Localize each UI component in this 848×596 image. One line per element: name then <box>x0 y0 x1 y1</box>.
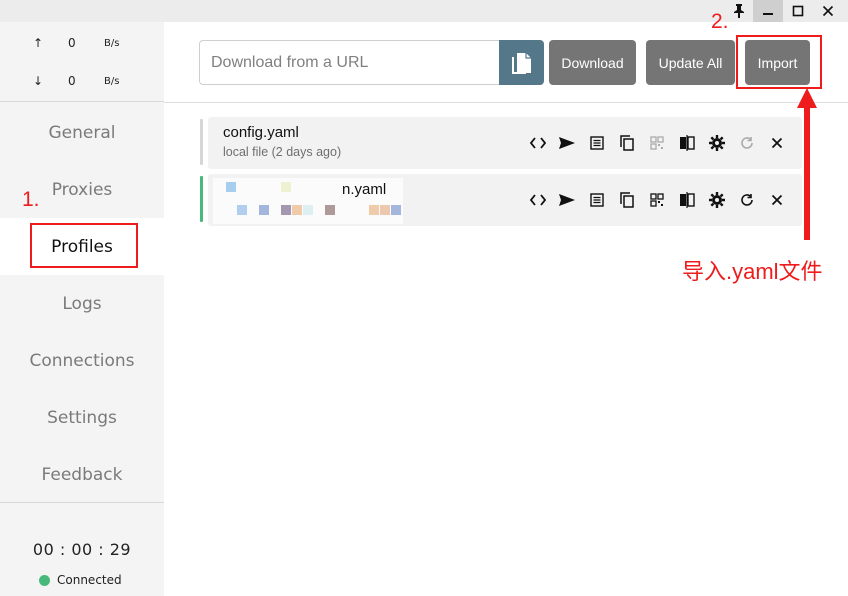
sidebar-item-connections[interactable]: Connections <box>0 332 164 389</box>
status-label: Connected <box>57 573 122 587</box>
pixel-block <box>325 205 335 215</box>
upload-unit: B/s <box>104 38 120 49</box>
send-icon[interactable] <box>557 190 577 210</box>
copy-icon[interactable] <box>617 190 637 210</box>
toolbar-divider <box>164 102 848 103</box>
pixel-block <box>281 205 291 215</box>
annotation-arrow-icon <box>797 88 817 240</box>
sidebar-item-feedback[interactable]: Feedback <box>0 446 164 503</box>
traffic-panel: ↑ 0 B/s ↓ 0 B/s <box>0 22 164 102</box>
profile-name: n.yaml <box>342 181 387 198</box>
update-all-button[interactable]: Update All <box>646 40 735 85</box>
sidebar-divider <box>0 101 164 102</box>
status-dot-icon <box>39 574 50 586</box>
pixel-block <box>281 182 291 192</box>
list-icon[interactable] <box>587 133 607 153</box>
download-arrow-icon: ↓ <box>33 74 44 88</box>
pixel-block <box>369 205 379 215</box>
upload-speed: ↑ 0 B/s <box>0 36 164 56</box>
upload-arrow-icon: ↑ <box>33 36 44 50</box>
pixel-block <box>237 205 247 215</box>
profile-card[interactable]: n.yaml <box>200 174 802 226</box>
uptime-timer: 00 : 00 : 29 <box>32 540 132 559</box>
url-input[interactable] <box>199 40 500 85</box>
sidebar-item-settings[interactable]: Settings <box>0 389 164 446</box>
paste-button[interactable] <box>499 40 544 85</box>
list-icon[interactable] <box>587 190 607 210</box>
sidebar-item-general[interactable]: General <box>0 104 164 161</box>
download-unit: B/s <box>104 76 120 87</box>
compare-icon[interactable] <box>677 190 697 210</box>
pixel-block <box>226 182 236 192</box>
pixel-block <box>380 205 390 215</box>
gear-icon[interactable] <box>707 133 727 153</box>
connection-status: Connected <box>39 573 122 587</box>
annotation-note: 导入.yaml文件 <box>682 259 823 284</box>
send-icon[interactable] <box>557 133 577 153</box>
sidebar-item-logs[interactable]: Logs <box>0 275 164 332</box>
pixel-block <box>259 205 269 215</box>
profile-name: config.yaml <box>223 124 299 141</box>
sidebar: ↑ 0 B/s ↓ 0 B/s General Proxies Profiles… <box>0 22 164 596</box>
qrcode-icon[interactable] <box>647 190 667 210</box>
code-icon[interactable] <box>528 190 548 210</box>
qrcode-icon[interactable] <box>647 133 667 153</box>
profile-subtitle: local file (2 days ago) <box>223 145 342 159</box>
close-icon[interactable] <box>767 133 787 153</box>
minimize-icon[interactable] <box>753 0 783 22</box>
download-speed: ↓ 0 B/s <box>0 74 164 94</box>
gear-icon[interactable] <box>707 190 727 210</box>
refresh-icon[interactable] <box>737 190 757 210</box>
refresh-icon[interactable] <box>737 133 757 153</box>
profile-card[interactable]: config.yaml local file (2 days ago) <box>200 117 802 169</box>
code-icon[interactable] <box>528 133 548 153</box>
maximize-icon[interactable] <box>783 0 813 22</box>
annotation-step-2: 2. <box>711 10 729 33</box>
pixel-block <box>303 205 313 215</box>
annotation-box-profiles <box>30 223 138 268</box>
sidebar-footer-divider <box>0 502 164 503</box>
profile-status-bar <box>200 176 203 222</box>
paste-icon <box>511 52 531 74</box>
close-icon[interactable] <box>767 190 787 210</box>
download-button[interactable]: Download <box>549 40 636 85</box>
upload-value: 0 <box>68 36 76 50</box>
compare-icon[interactable] <box>677 133 697 153</box>
download-value: 0 <box>68 74 76 88</box>
annotation-step-1: 1. <box>22 188 40 211</box>
annotation-box-import <box>736 35 822 89</box>
pixel-block <box>292 205 302 215</box>
pixel-block <box>391 205 401 215</box>
close-icon[interactable] <box>813 0 843 22</box>
copy-icon[interactable] <box>617 133 637 153</box>
profile-status-bar <box>200 119 203 165</box>
